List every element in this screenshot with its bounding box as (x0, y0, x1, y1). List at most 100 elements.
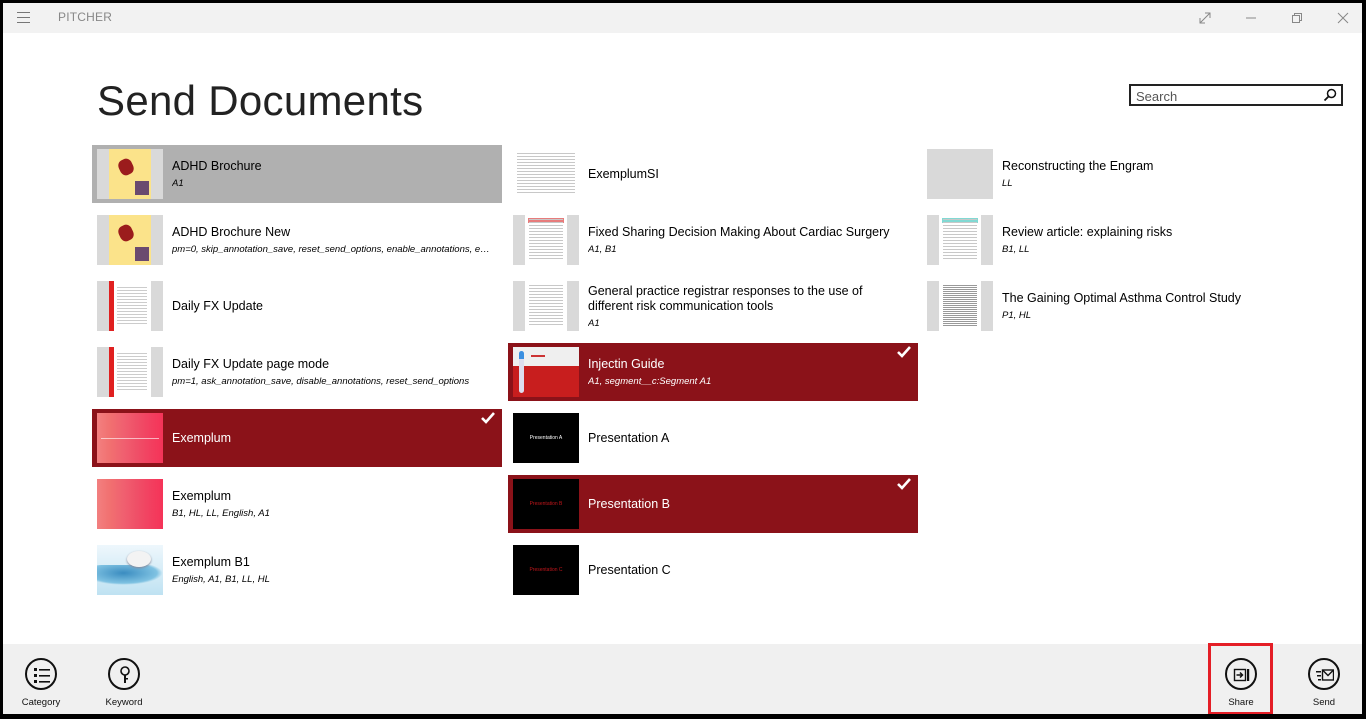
document-thumbnail (927, 149, 993, 199)
document-title: Exemplum (172, 430, 232, 445)
document-title: Injectin Guide (588, 357, 665, 371)
document-text: Fixed Sharing Decision Making About Card… (588, 225, 918, 255)
document-thumbnail (97, 281, 163, 331)
document-tags: A1 (588, 317, 600, 329)
document-text: Reconstructing the Engram LL (1002, 159, 1332, 189)
hamburger-menu-icon[interactable] (17, 12, 30, 23)
document-text: Presentation A (588, 431, 918, 446)
bottom-app-bar: Category Keyword Share Send (3, 644, 1362, 714)
thumbnail-caption: Presentation C (529, 567, 563, 573)
document-item[interactable]: ADHD Brochure New pm=0, skip_annotation_s… (92, 211, 502, 269)
document-item[interactable]: Review article: explaining risks B1, LL (922, 211, 1332, 269)
share-icon (1233, 668, 1250, 682)
document-text: Daily FX Update (172, 299, 502, 314)
document-thumbnail: Presentation A (513, 413, 579, 463)
category-label: Category (21, 697, 61, 708)
document-text: ADHD Brochure New pm=0, skip_annotation_s… (172, 225, 502, 255)
search-icon[interactable] (1323, 88, 1337, 102)
keyword-label: Keyword (105, 697, 143, 708)
document-thumbnail (927, 281, 993, 331)
title-bar: PITCHER (3, 3, 1362, 33)
page-title: Send Documents (97, 77, 424, 124)
document-item[interactable]: Injectin Guide A1, segment__c:Segment A1 (508, 343, 918, 401)
thumbnail-caption: Presentation A (529, 435, 563, 441)
minimize-icon (1246, 17, 1256, 19)
document-thumbnail (97, 479, 163, 529)
document-item[interactable]: Presentation C Presentation C (508, 541, 918, 599)
document-thumbnail (513, 215, 579, 265)
category-button[interactable]: Category (11, 658, 71, 708)
document-title: ADHD Brochure (172, 159, 262, 173)
document-item[interactable]: Daily FX Update (92, 277, 502, 335)
document-item[interactable]: Presentation B Presentation B (508, 475, 918, 533)
document-text: ADHD Brochure A1 (172, 159, 502, 189)
document-tags: A1 (172, 178, 184, 189)
document-title: ExemplumSI (588, 166, 659, 181)
share-label: Share (1228, 697, 1254, 708)
document-text: Exemplum B1 English, A1, B1, LL, HL (172, 555, 502, 585)
document-title: ADHD Brochure New (172, 225, 291, 239)
document-title: Presentation B (588, 496, 670, 511)
keyword-button[interactable]: Keyword (94, 658, 154, 708)
document-item[interactable]: Reconstructing the Engram LL (922, 145, 1332, 203)
document-column-2: ExemplumSI Fixed Sharing Decision Making … (508, 145, 918, 607)
document-text: Review article: explaining risks B1, LL (1002, 225, 1332, 255)
document-item[interactable]: ADHD Brochure A1 (92, 145, 502, 203)
document-title: General practice registrar responses to … (588, 283, 863, 313)
restore-icon (1292, 13, 1302, 23)
document-tags: A1, B1 (588, 244, 617, 255)
send-button[interactable]: Send (1294, 658, 1354, 708)
document-item[interactable]: Fixed Sharing Decision Making About Card… (508, 211, 918, 269)
checkmark-icon (897, 478, 911, 490)
search-input[interactable] (1136, 88, 1316, 104)
document-tags: A1, segment__c:Segment A1 (588, 376, 712, 387)
document-item[interactable]: Exemplum B1, HL, LL, English, A1 (92, 475, 502, 533)
document-item[interactable]: General practice registrar responses to … (508, 277, 918, 335)
search-box[interactable] (1129, 84, 1343, 106)
document-text: Injectin Guide A1, segment__c:Segment A1 (588, 357, 918, 387)
expand-icon (1199, 12, 1211, 24)
document-text: Exemplum (172, 431, 502, 446)
share-button[interactable]: Share (1211, 658, 1271, 708)
thumbnail-caption: Presentation B (529, 501, 563, 507)
document-title: Daily FX Update (172, 298, 264, 313)
document-tags: B1, HL, LL, English, A1 (172, 508, 270, 519)
document-text: Presentation C (588, 563, 918, 578)
document-text: Daily FX Update page mode pm=1, ask_annot… (172, 357, 502, 387)
document-thumbnail (97, 347, 163, 397)
checkmark-icon (897, 346, 911, 358)
document-thumbnail (97, 149, 163, 199)
document-title: Fixed Sharing Decision Making About Card… (588, 225, 890, 239)
document-title: Exemplum (172, 489, 232, 503)
document-thumbnail (927, 215, 993, 265)
key-icon (120, 666, 130, 683)
document-text: The Gaining Optimal Asthma Control Study… (1002, 291, 1332, 321)
document-title: Presentation A (588, 430, 670, 445)
document-text: General practice registrar responses to … (588, 284, 918, 329)
document-thumbnail (97, 545, 163, 595)
document-thumbnail (513, 149, 579, 199)
app-title: PITCHER (58, 10, 113, 24)
document-item[interactable]: ExemplumSI (508, 145, 918, 203)
send-label: Send (1312, 697, 1336, 708)
document-item[interactable]: The Gaining Optimal Asthma Control Study… (922, 277, 1332, 335)
document-title: Exemplum B1 (172, 555, 250, 569)
document-tags: P1, HL (1002, 310, 1032, 321)
restore-button[interactable] (1274, 3, 1320, 33)
minimize-button[interactable] (1228, 3, 1274, 33)
document-item[interactable]: Daily FX Update page mode pm=1, ask_annot… (92, 343, 502, 401)
document-item[interactable]: Exemplum B1 English, A1, B1, LL, HL (92, 541, 502, 599)
close-button[interactable] (1320, 3, 1362, 33)
document-column-3: Reconstructing the Engram LL Review articl… (922, 145, 1332, 343)
checkmark-icon (481, 412, 495, 424)
document-item[interactable]: Exemplum (92, 409, 502, 467)
document-item[interactable]: Presentation A Presentation A (508, 409, 918, 467)
expand-button[interactable] (1182, 3, 1228, 33)
document-thumbnail (513, 281, 579, 331)
document-thumbnail (513, 347, 579, 397)
document-thumbnail (97, 215, 163, 265)
app-window: PITCHER Send Documents ADHD BrochureA1AD… (3, 3, 1362, 714)
document-title: Presentation C (588, 562, 671, 577)
close-icon (1337, 12, 1349, 24)
document-tags: pm=1, ask_annotation_save, disable_annot… (172, 376, 470, 387)
